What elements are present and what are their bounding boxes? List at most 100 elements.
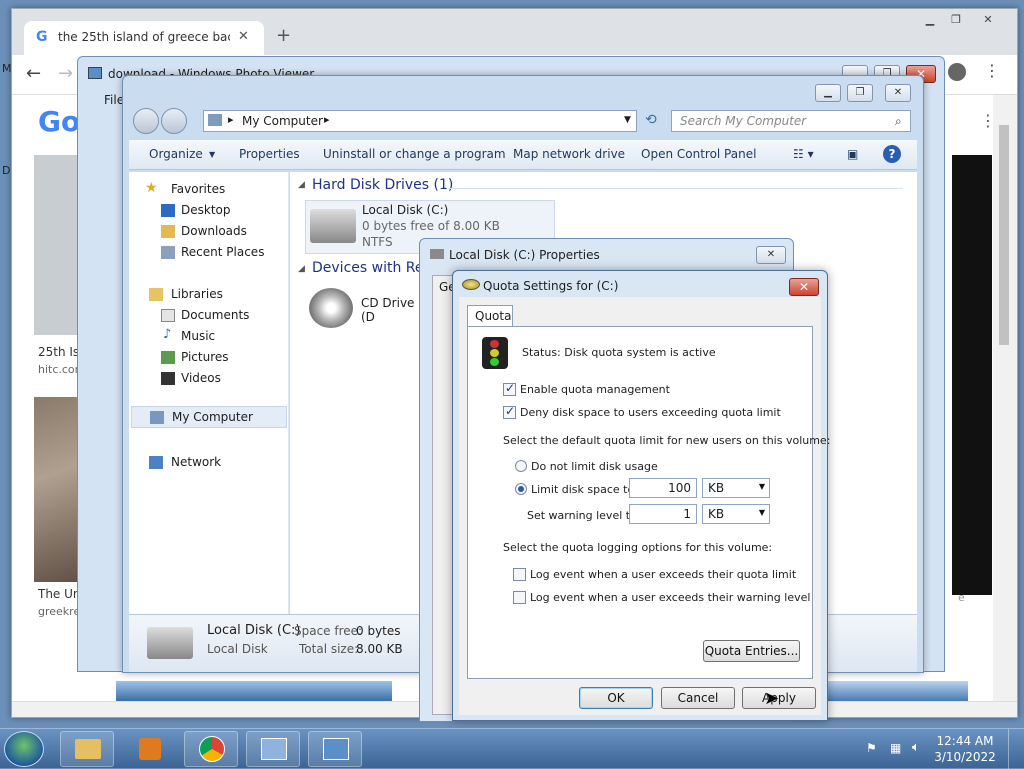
enable-quota-label[interactable]: Enable quota management [520, 383, 670, 396]
desktop-icon [161, 204, 175, 217]
nav-label: My Computer [172, 410, 253, 424]
no-limit-label[interactable]: Do not limit disk usage [531, 460, 658, 473]
forward-icon[interactable] [161, 108, 187, 134]
taskbar-explorer[interactable] [60, 731, 114, 767]
volume-icon[interactable]: 🔈︎ [912, 740, 920, 755]
clock[interactable]: 12:44 AM 3/10/2022 [930, 733, 1000, 765]
quota-entries-button[interactable]: Quota Entries... [703, 640, 800, 662]
no-limit-radio[interactable] [515, 460, 527, 472]
navigation-pane: ★ Favorites Desktop Downloads Recent Plac… [129, 172, 289, 614]
quota-title-icon [462, 279, 480, 290]
nav-label: Recent Places [181, 245, 265, 259]
media-player-icon [139, 738, 161, 760]
close-icon[interactable]: ✕ [756, 246, 786, 264]
help-icon[interactable]: ? [883, 145, 901, 163]
action-center-icon[interactable]: ⚑ [866, 741, 877, 755]
ok-button[interactable]: OK [579, 687, 653, 709]
collapse-icon[interactable]: ◢ [298, 180, 305, 190]
collapse-icon[interactable]: ◢ [298, 264, 305, 274]
nav-music[interactable]: ♪ Music [161, 327, 216, 343]
network-icon [149, 456, 163, 469]
result-image[interactable] [952, 155, 992, 595]
breadcrumb-chevron-icon[interactable]: ▸ [228, 113, 234, 126]
address-dropdown-icon[interactable]: ▼ [624, 115, 631, 125]
drive-free: 0 bytes free of 8.00 KB [362, 219, 500, 233]
nav-videos[interactable]: Videos [161, 371, 221, 385]
total-size-value: 8.00 KB [356, 642, 403, 656]
nav-pictures[interactable]: Pictures [161, 350, 229, 364]
close-tab-icon[interactable]: ✕ [238, 29, 249, 44]
preview-pane-icon[interactable]: ▣ [847, 147, 858, 161]
back-icon[interactable] [133, 108, 159, 134]
google-logo: Go [38, 105, 81, 138]
open-control-panel-button[interactable]: Open Control Panel [641, 147, 756, 161]
warning-value-input[interactable]: 1 [629, 504, 697, 524]
limit-value-input[interactable]: 100 [629, 478, 697, 498]
warning-unit-select[interactable]: KB [702, 504, 770, 524]
nav-documents[interactable]: Documents [161, 308, 249, 322]
log-limit-label[interactable]: Log event when a user exceeds their quot… [530, 568, 796, 581]
result-image[interactable] [828, 681, 968, 701]
scrollbar-thumb[interactable] [999, 125, 1009, 345]
menu-dots-icon[interactable]: ⋮ [984, 61, 1000, 80]
taskbar-media-player[interactable] [122, 731, 176, 767]
cd-drive-item[interactable]: CD Drive (D [305, 286, 415, 330]
log-limit-checkbox[interactable] [513, 568, 526, 581]
nav-recent-places[interactable]: Recent Places [161, 245, 264, 259]
enable-quota-checkbox[interactable] [503, 381, 516, 396]
nav-network[interactable]: Network [149, 455, 221, 469]
minimize-icon[interactable]: ▁ [918, 11, 942, 29]
properties-button[interactable]: Properties [239, 147, 300, 161]
close-icon[interactable]: ✕ [789, 278, 819, 296]
start-button[interactable] [4, 731, 44, 767]
organize-dropdown-icon[interactable]: ▼ [209, 150, 215, 159]
nav-label: Videos [181, 371, 221, 385]
profile-icon[interactable] [948, 63, 966, 81]
deny-disk-space-checkbox[interactable] [503, 404, 516, 419]
close-window-icon[interactable]: ✕ [976, 11, 1000, 29]
log-warning-checkbox[interactable] [513, 591, 526, 604]
uninstall-button[interactable]: Uninstall or change a program [323, 147, 506, 161]
log-warning-label[interactable]: Log event when a user exceeds their warn… [530, 591, 810, 604]
cancel-button[interactable]: Cancel [661, 687, 735, 709]
new-tab-button[interactable]: + [276, 25, 291, 46]
result-image[interactable] [116, 681, 392, 701]
maximize-icon[interactable]: ❐ [944, 11, 968, 29]
search-input[interactable]: Search My Computer [671, 110, 911, 132]
drive-fs: NTFS [362, 235, 393, 249]
breadcrumb-chevron-icon[interactable]: ▸ [324, 113, 330, 126]
limit-disk-radio[interactable] [515, 483, 527, 495]
taskbar-chrome[interactable] [184, 731, 238, 767]
nav-my-computer[interactable]: My Computer [131, 406, 287, 428]
nav-label: Music [181, 329, 216, 343]
forward-icon[interactable]: → [58, 63, 73, 84]
vertical-scrollbar[interactable] [993, 95, 1017, 701]
details-name: Local Disk (C:) [207, 623, 301, 638]
nav-favorites[interactable]: ★ Favorites [145, 180, 225, 196]
taskbar-photo-viewer[interactable] [308, 731, 362, 767]
close-icon[interactable]: ✕ [885, 84, 911, 102]
chrome-tab[interactable]: G the 25th island of greece backgro ✕ [24, 21, 264, 55]
maximize-icon[interactable]: ❐ [847, 84, 873, 102]
network-tray-icon[interactable]: ▦ [890, 741, 901, 755]
result-title[interactable]: 25th Is [38, 345, 79, 359]
address-bar[interactable]: ▸ My Computer ▸ ▼ [203, 110, 637, 132]
back-icon[interactable]: ← [26, 63, 41, 84]
minimize-icon[interactable]: ▁ [815, 84, 841, 102]
deny-disk-space-label[interactable]: Deny disk space to users exceeding quota… [520, 406, 781, 419]
hard-drive-icon [147, 627, 193, 659]
tab-quota[interactable]: Quota [467, 305, 513, 327]
nav-libraries[interactable]: Libraries [149, 287, 223, 301]
map-network-drive-button[interactable]: Map network drive [513, 147, 625, 161]
limit-disk-label[interactable]: Limit disk space to [531, 483, 634, 496]
show-desktop-button[interactable] [1008, 729, 1024, 769]
result-title[interactable]: The Un [38, 587, 81, 601]
breadcrumb-my-computer[interactable]: My Computer [242, 114, 323, 128]
nav-desktop[interactable]: Desktop [161, 203, 231, 217]
view-options-icon[interactable]: ☷ ▾ [793, 147, 814, 161]
nav-downloads[interactable]: Downloads [161, 224, 247, 238]
taskbar-control-panel[interactable] [246, 731, 300, 767]
refresh-icon[interactable]: ⟲ [645, 112, 657, 128]
organize-menu[interactable]: Organize [149, 147, 203, 161]
limit-unit-select[interactable]: KB [702, 478, 770, 498]
